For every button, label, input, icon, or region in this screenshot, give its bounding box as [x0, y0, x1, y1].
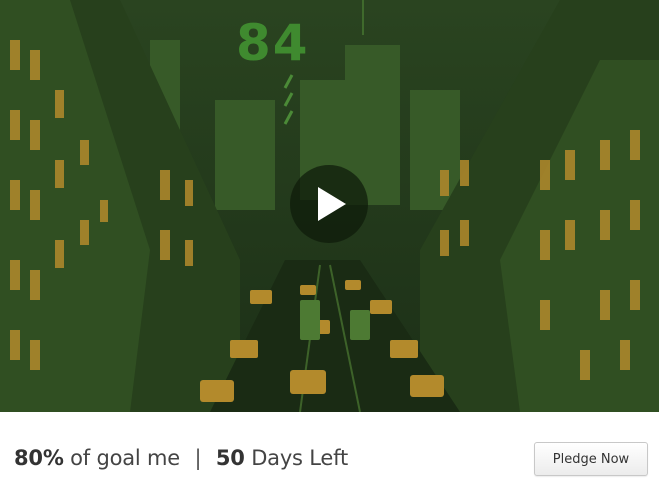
logo-84: 84: [236, 14, 310, 72]
goal-percent: 80%: [14, 446, 64, 470]
play-button[interactable]: [290, 165, 368, 243]
play-icon: [318, 187, 346, 221]
stats-separator: |: [194, 446, 202, 470]
days-count: 50: [215, 446, 245, 470]
pledge-now-button[interactable]: Pledge Now: [534, 442, 648, 476]
days-left-label: Days Left: [251, 446, 348, 470]
video-player[interactable]: 84: [0, 0, 659, 412]
funding-stats: 80% of goal me | 50 Days Left: [14, 446, 348, 470]
goal-percent-label: of goal me: [70, 446, 181, 470]
